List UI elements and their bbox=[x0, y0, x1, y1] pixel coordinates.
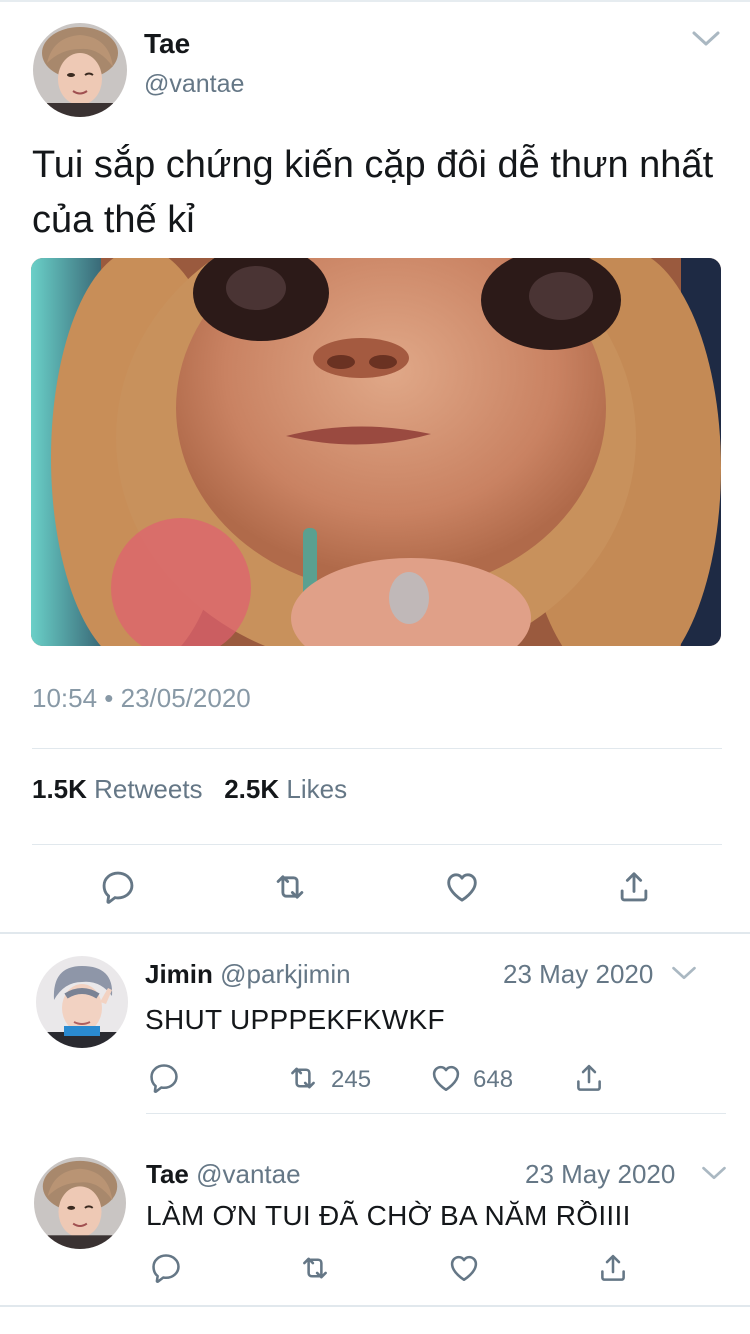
reply-handle[interactable]: @vantae bbox=[196, 1159, 300, 1189]
reply-avatar[interactable] bbox=[34, 1157, 126, 1249]
share-icon[interactable] bbox=[596, 1251, 630, 1285]
meme-photo-icon bbox=[31, 258, 721, 646]
retweets-count[interactable]: 1.5K bbox=[32, 774, 87, 804]
author-name[interactable]: Tae bbox=[144, 28, 190, 60]
retweet-icon[interactable] bbox=[298, 1251, 332, 1285]
reply-avatar[interactable] bbox=[36, 956, 128, 1048]
reply-date[interactable]: 23 May 2020 bbox=[525, 1159, 675, 1190]
reply-text: LÀM ƠN TUI ĐÃ CHỜ BA NĂM RỒIIII bbox=[146, 1200, 631, 1231]
likes-count[interactable]: 2.5K bbox=[224, 774, 279, 804]
reply-icon[interactable] bbox=[99, 868, 137, 906]
share-icon[interactable] bbox=[615, 868, 653, 906]
divider bbox=[32, 748, 722, 749]
divider bbox=[0, 1305, 750, 1307]
reply-name[interactable]: Jimin bbox=[145, 959, 213, 989]
divider bbox=[146, 1113, 726, 1114]
divider bbox=[0, 932, 750, 934]
like-count: 648 bbox=[473, 1066, 514, 1093]
reply-icon[interactable] bbox=[147, 1061, 181, 1095]
retweet-icon[interactable] bbox=[271, 868, 309, 906]
heart-icon[interactable] bbox=[429, 1061, 463, 1095]
author-handle[interactable]: @vantae bbox=[144, 70, 244, 99]
top-border bbox=[0, 0, 750, 2]
reply-date[interactable]: 23 May 2020 bbox=[503, 959, 653, 990]
reply-text: SHUT UPPPEKFKWKF bbox=[145, 1004, 445, 1035]
reply-author[interactable]: Jimin @parkjimin bbox=[145, 959, 351, 990]
heart-icon[interactable] bbox=[447, 1251, 481, 1285]
divider bbox=[32, 844, 722, 845]
share-icon[interactable] bbox=[572, 1061, 606, 1095]
likes-label[interactable]: Likes bbox=[286, 774, 347, 804]
tweet-timestamp[interactable]: 10:54 • 23/05/2020 bbox=[32, 683, 251, 714]
reply-name[interactable]: Tae bbox=[146, 1159, 189, 1189]
tweet-stats: 1.5K Retweets 2.5K Likes bbox=[32, 774, 347, 805]
retweets-label[interactable]: Retweets bbox=[94, 774, 202, 804]
tweet-media-image[interactable] bbox=[31, 258, 721, 646]
tweet-text: Tui sắp chứng kiến cặp đôi dễ thưn nhất … bbox=[32, 144, 714, 241]
chevron-down-icon[interactable] bbox=[690, 26, 722, 50]
avatar[interactable] bbox=[33, 23, 127, 117]
chevron-down-icon[interactable] bbox=[700, 1162, 728, 1183]
chevron-down-icon[interactable] bbox=[670, 962, 698, 983]
reply-icon[interactable] bbox=[149, 1251, 183, 1285]
reply-handle[interactable]: @parkjimin bbox=[220, 959, 350, 989]
retweet-icon[interactable] bbox=[286, 1061, 320, 1095]
heart-icon[interactable] bbox=[443, 868, 481, 906]
retweet-count: 245 bbox=[331, 1066, 372, 1093]
reply-author[interactable]: Tae @vantae bbox=[146, 1159, 301, 1190]
